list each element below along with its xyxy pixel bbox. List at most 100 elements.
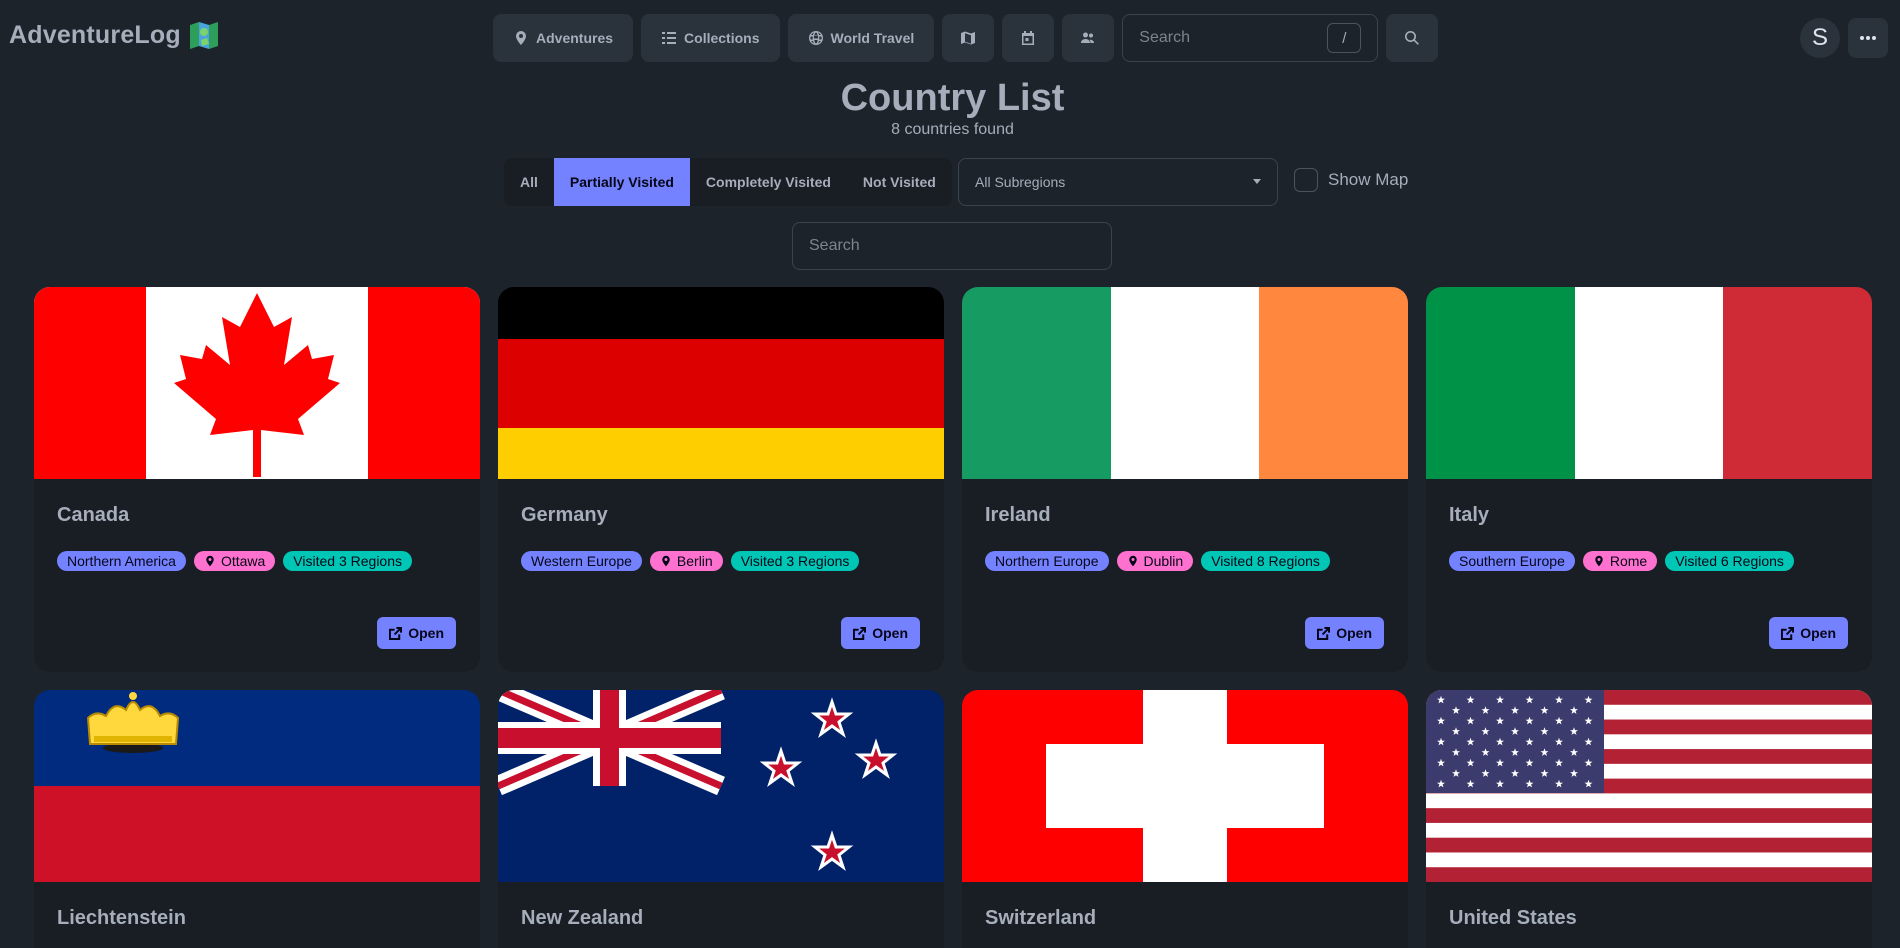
country-name: United States	[1449, 907, 1577, 929]
adventures-button[interactable]: Adventures	[493, 14, 634, 62]
country-card: Italy Southern Europe Rome Visited 6 Reg…	[1426, 287, 1872, 672]
avatar[interactable]: S	[1800, 18, 1840, 58]
open-button[interactable]: Open	[841, 617, 920, 649]
nav-right: S	[1800, 18, 1888, 58]
adventures-label: Adventures	[536, 30, 614, 46]
canada-flag	[34, 287, 480, 479]
page-title: Country List	[840, 77, 1065, 119]
capital-name: Rome	[1609, 553, 1648, 569]
map-icon	[961, 31, 976, 45]
filter-all[interactable]: All	[504, 158, 554, 206]
external-link-icon	[389, 626, 403, 640]
subregion-selected-value: All Subregions	[975, 174, 1066, 190]
open-button[interactable]: Open	[1305, 617, 1384, 649]
open-label: Open	[408, 625, 444, 641]
country-name: Germany	[521, 504, 608, 526]
subregion-badge: Northern Europe	[985, 551, 1109, 571]
subregion-badge: Southern Europe	[1449, 551, 1575, 571]
search-shortcut-key: /	[1327, 23, 1362, 53]
list-icon	[662, 32, 677, 44]
users-button[interactable]	[1062, 14, 1115, 62]
map-pin-icon	[662, 555, 670, 567]
navbar: AdventureLog Adventures Collections Worl…	[0, 0, 1900, 76]
switzerland-flag	[962, 690, 1408, 882]
open-label: Open	[1336, 625, 1372, 641]
visit-filter-group: All Partially Visited Completely Visited…	[504, 158, 952, 206]
map-pin-icon	[1128, 555, 1137, 567]
visited-regions-badge: Visited 3 Regions	[283, 551, 412, 571]
search-button[interactable]	[1386, 14, 1439, 62]
global-search-input[interactable]: Search	[1139, 29, 1190, 47]
caret-down-icon	[1253, 179, 1261, 184]
filter-not-visited[interactable]: Not Visited	[847, 158, 952, 206]
visited-regions-badge: Visited 6 Regions	[1665, 551, 1794, 571]
country-name: New Zealand	[521, 907, 644, 929]
open-button[interactable]: Open	[1769, 617, 1848, 649]
country-badges: Northern America Ottawa Visited 3 Region…	[57, 551, 412, 571]
subregion-select[interactable]: All Subregions	[958, 158, 1278, 206]
country-card: New Zealand	[498, 690, 944, 948]
global-search-field[interactable]: Search /	[1122, 14, 1379, 62]
country-card: Liechtenstein	[34, 690, 480, 948]
country-name: Canada	[57, 504, 130, 526]
capital-badge: Ottawa	[193, 551, 276, 571]
countries-count: 8 countries found	[891, 121, 1014, 138]
show-map-checkbox[interactable]	[1294, 168, 1318, 192]
calendar-button[interactable]	[1002, 14, 1055, 62]
capital-badge: Berlin	[649, 551, 723, 571]
map-pin-icon	[516, 31, 526, 45]
country-card: Germany Western Europe Berlin Visited 3 …	[498, 287, 944, 672]
capital-name: Berlin	[676, 553, 713, 569]
capital-badge: Dublin	[1116, 551, 1194, 571]
collections-label: Collections	[684, 30, 760, 46]
capital-name: Ottawa	[220, 553, 266, 569]
map-pin-icon	[206, 555, 214, 567]
italy-flag	[1426, 287, 1872, 479]
country-name: Liechtenstein	[57, 907, 186, 929]
more-menu-button[interactable]	[1848, 18, 1888, 58]
country-name: Switzerland	[985, 907, 1097, 929]
country-search-input[interactable]: Search	[792, 222, 1112, 270]
country-card: Switzerland	[962, 690, 1408, 948]
filter-completely-visited[interactable]: Completely Visited	[690, 158, 847, 206]
country-name: Ireland	[985, 504, 1051, 526]
external-link-icon	[1781, 626, 1795, 640]
country-badges: Western Europe Berlin Visited 3 Regions	[521, 551, 860, 571]
capital-badge: Rome	[1582, 551, 1658, 571]
world-travel-label: World Travel	[830, 30, 915, 46]
open-label: Open	[1800, 625, 1836, 641]
visited-regions-badge: Visited 8 Regions	[1201, 551, 1330, 571]
map-pin-icon	[1595, 555, 1603, 567]
external-link-icon	[1317, 626, 1331, 640]
ireland-flag	[962, 287, 1408, 479]
collections-button[interactable]: Collections	[641, 14, 780, 62]
show-map-toggle[interactable]: Show Map	[1294, 168, 1408, 192]
country-name: Italy	[1449, 504, 1490, 526]
show-map-label: Show Map	[1328, 170, 1409, 189]
brand-name: AdventureLog	[9, 20, 181, 49]
calendar-icon	[1022, 31, 1035, 45]
united-states-flag	[1426, 690, 1872, 882]
brand[interactable]: AdventureLog	[9, 20, 219, 50]
globe-icon	[808, 31, 823, 45]
nav-center: Adventures Collections World Travel Sear…	[493, 14, 1439, 62]
new-zealand-flag	[498, 690, 944, 882]
ellipsis-icon	[1860, 36, 1876, 40]
open-button[interactable]: Open	[377, 617, 456, 649]
subregion-badge: Western Europe	[521, 551, 642, 571]
world-travel-button[interactable]: World Travel	[787, 14, 935, 62]
search-icon	[1405, 31, 1420, 45]
country-badges: Northern Europe Dublin Visited 8 Regions	[985, 551, 1330, 571]
germany-flag	[498, 287, 944, 479]
country-card: Ireland Northern Europe Dublin Visited 8…	[962, 287, 1408, 672]
external-link-icon	[853, 626, 867, 640]
liechtenstein-flag	[34, 690, 480, 882]
country-card: United States	[1426, 690, 1872, 948]
capital-name: Dublin	[1143, 553, 1184, 569]
open-label: Open	[872, 625, 908, 641]
map-button[interactable]	[942, 14, 995, 62]
visited-regions-badge: Visited 3 Regions	[730, 551, 860, 571]
filter-partially-visited[interactable]: Partially Visited	[553, 158, 690, 206]
country-badges: Southern Europe Rome Visited 6 Regions	[1449, 551, 1794, 571]
folded-map-icon	[189, 22, 218, 49]
